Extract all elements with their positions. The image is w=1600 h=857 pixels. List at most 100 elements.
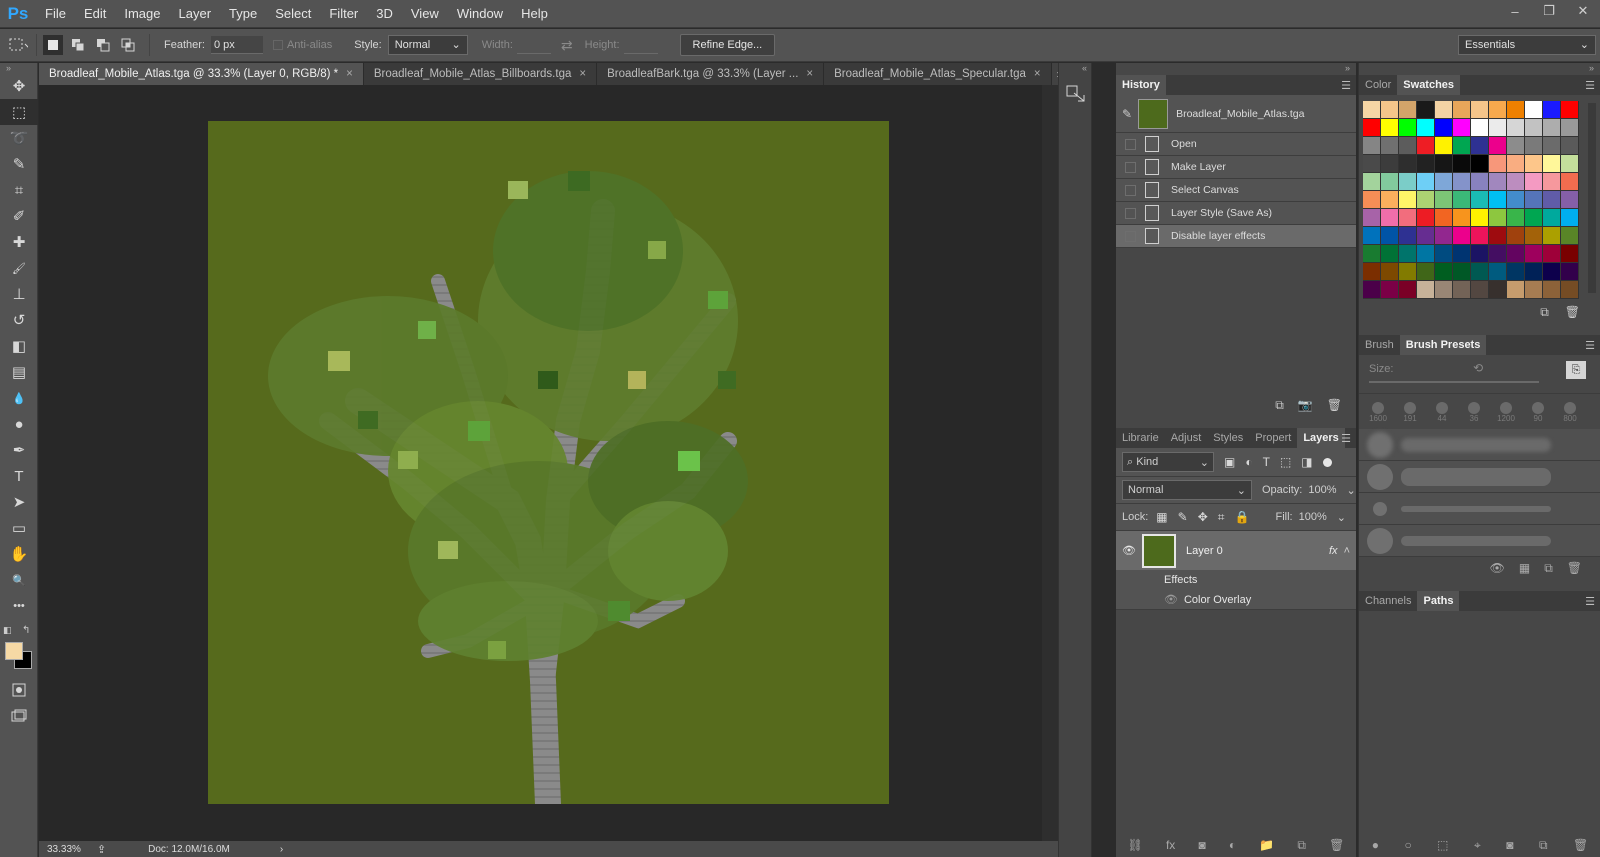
- color-swatch[interactable]: [1471, 263, 1489, 281]
- color-swatch[interactable]: [1507, 155, 1525, 173]
- color-swatch[interactable]: [1561, 155, 1579, 173]
- add-style-icon[interactable]: fx: [1166, 838, 1175, 853]
- new-group-icon[interactable]: 📁: [1259, 838, 1274, 853]
- menu-3d[interactable]: 3D: [367, 0, 402, 28]
- color-swatch[interactable]: [1435, 281, 1453, 299]
- zoom-tool[interactable]: 🔍: [0, 567, 38, 593]
- trash-icon[interactable]: 🗑: [1327, 398, 1342, 412]
- color-swatch[interactable]: [1381, 101, 1399, 119]
- history-brush-tool[interactable]: ↺: [0, 307, 38, 333]
- restore-button[interactable]: ❐: [1532, 0, 1566, 22]
- panel-menu-icon[interactable]: ☰: [1585, 79, 1595, 92]
- canvas[interactable]: [208, 121, 889, 804]
- chevron-down-icon[interactable]: ⌄: [1337, 511, 1346, 524]
- color-swatch[interactable]: [1399, 101, 1417, 119]
- color-swatch[interactable]: [1471, 101, 1489, 119]
- color-swatch[interactable]: [1399, 209, 1417, 227]
- filter-pixel-icon[interactable]: ▣: [1224, 455, 1235, 469]
- filter-type-icon[interactable]: T: [1263, 455, 1270, 469]
- color-swatch[interactable]: [1489, 209, 1507, 227]
- swap-colors-icon[interactable]: ↰: [22, 625, 30, 636]
- close-icon[interactable]: ×: [1034, 63, 1041, 85]
- color-swatch[interactable]: [1525, 281, 1543, 299]
- history-step[interactable]: Select Canvas: [1116, 179, 1356, 202]
- color-swatch[interactable]: [1399, 245, 1417, 263]
- dodge-tool[interactable]: ●: [0, 411, 38, 437]
- color-swatch[interactable]: [1507, 119, 1525, 137]
- lock-transparency-icon[interactable]: ▦: [1156, 510, 1167, 524]
- color-swatch[interactable]: [1453, 281, 1471, 299]
- add-to-selection-icon[interactable]: [68, 35, 88, 55]
- color-swatch[interactable]: [1489, 155, 1507, 173]
- history-step[interactable]: Open: [1116, 133, 1356, 156]
- color-swatch[interactable]: [1453, 209, 1471, 227]
- color-swatch[interactable]: [1381, 263, 1399, 281]
- layer-name[interactable]: Layer 0: [1186, 545, 1329, 557]
- color-swatch[interactable]: [1453, 173, 1471, 191]
- color-swatch[interactable]: [1435, 245, 1453, 263]
- color-swatch[interactable]: [1381, 209, 1399, 227]
- color-swatch[interactable]: [1363, 155, 1381, 173]
- filter-toggle-icon[interactable]: [1322, 457, 1332, 467]
- color-swatch[interactable]: [1417, 281, 1435, 299]
- color-swatch[interactable]: [1417, 119, 1435, 137]
- zoom-level[interactable]: 33.33%: [47, 844, 81, 855]
- tab-color-0[interactable]: Color: [1359, 75, 1397, 95]
- lock-all-icon[interactable]: 🔒: [1235, 510, 1250, 524]
- new-swatch-icon[interactable]: ⧉: [1540, 305, 1549, 320]
- collapse-icon[interactable]: «: [1059, 63, 1091, 75]
- color-swatch[interactable]: [1471, 245, 1489, 263]
- brush-preset-thumb[interactable]: 1600: [1365, 402, 1391, 423]
- width-input[interactable]: [516, 36, 551, 54]
- tab-paths-0[interactable]: Channels: [1359, 591, 1417, 611]
- screen-mode-icon[interactable]: [0, 703, 38, 729]
- menu-image[interactable]: Image: [115, 0, 169, 28]
- document-tab[interactable]: BroadleafBark.tga @ 33.3% (Layer ... ×: [597, 63, 825, 85]
- color-swatch[interactable]: [1417, 245, 1435, 263]
- type-tool[interactable]: T: [0, 463, 38, 489]
- brush-preset-item[interactable]: [1359, 493, 1600, 525]
- color-swatch[interactable]: [1489, 101, 1507, 119]
- color-swatch[interactable]: [1561, 227, 1579, 245]
- close-button[interactable]: ✕: [1566, 0, 1600, 22]
- color-swatch[interactable]: [1543, 245, 1561, 263]
- color-swatch[interactable]: [1453, 101, 1471, 119]
- chevron-down-icon[interactable]: ⌄: [1347, 484, 1356, 497]
- menu-view[interactable]: View: [402, 0, 448, 28]
- gradient-tool[interactable]: ▤: [0, 359, 38, 385]
- default-colors-icon[interactable]: ◧: [3, 625, 12, 636]
- color-swatch[interactable]: [1363, 173, 1381, 191]
- color-swatch[interactable]: [1363, 245, 1381, 263]
- tab-layers-3[interactable]: Propert: [1249, 428, 1297, 448]
- color-swatch[interactable]: [1489, 137, 1507, 155]
- menu-layer[interactable]: Layer: [170, 0, 221, 28]
- blur-tool[interactable]: 💧: [0, 385, 38, 411]
- refine-edge-button[interactable]: Refine Edge...: [679, 34, 776, 56]
- intersect-selection-icon[interactable]: [118, 35, 138, 55]
- color-swatch[interactable]: [1543, 155, 1561, 173]
- color-swatch[interactable]: [1435, 227, 1453, 245]
- color-swatch[interactable]: [1525, 173, 1543, 191]
- color-swatch[interactable]: [1561, 281, 1579, 299]
- tab-layers-1[interactable]: Adjust: [1165, 428, 1208, 448]
- history-step[interactable]: Layer Style (Save As): [1116, 202, 1356, 225]
- color-swatch[interactable]: [1363, 281, 1381, 299]
- color-swatch[interactable]: [1381, 227, 1399, 245]
- adjustment-layer-icon[interactable]: ◐: [1229, 838, 1236, 853]
- color-swatch[interactable]: [1399, 191, 1417, 209]
- color-swatch[interactable]: [1507, 209, 1525, 227]
- color-swatch[interactable]: [1489, 245, 1507, 263]
- color-swatch[interactable]: [1435, 263, 1453, 281]
- color-swatch[interactable]: [1417, 263, 1435, 281]
- brush-preset-thumb[interactable]: 800: [1557, 402, 1583, 423]
- color-swatch[interactable]: [1435, 101, 1453, 119]
- color-swatch[interactable]: [1561, 119, 1579, 137]
- brush-preset-thumb[interactable]: 90: [1525, 402, 1551, 423]
- brush-preset-thumb[interactable]: 36: [1461, 402, 1487, 423]
- color-swatch[interactable]: [1543, 119, 1561, 137]
- move-tool[interactable]: ✥: [0, 73, 38, 99]
- subtract-from-selection-icon[interactable]: [93, 35, 113, 55]
- collapse-icon[interactable]: »: [1359, 63, 1600, 75]
- color-swatch[interactable]: [1453, 227, 1471, 245]
- new-document-icon[interactable]: ⧉: [1275, 398, 1284, 413]
